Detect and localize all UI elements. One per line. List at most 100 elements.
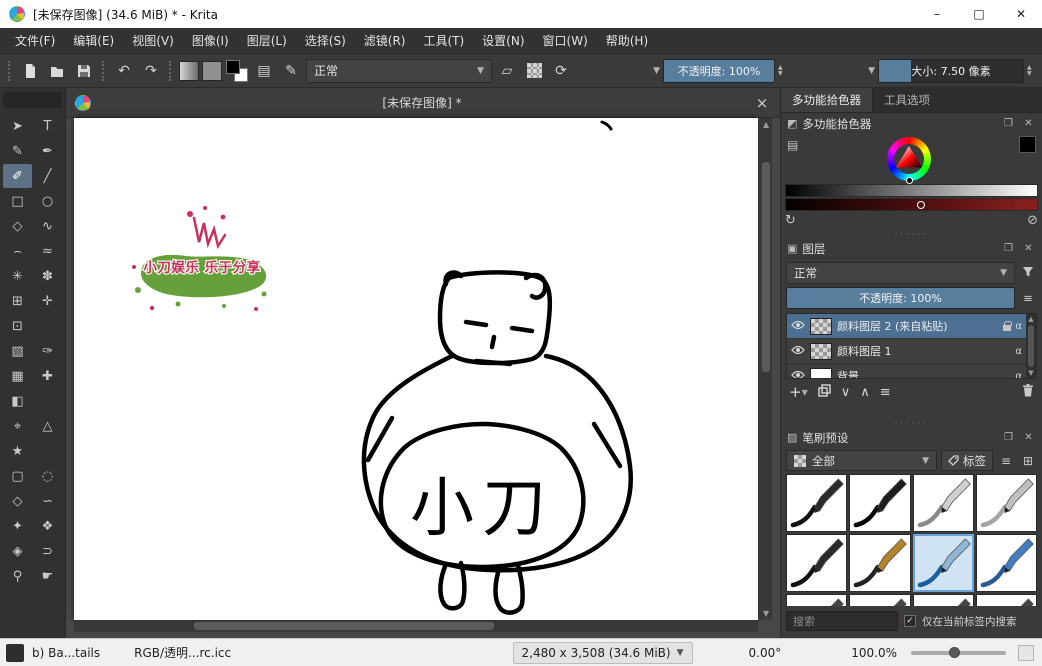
brush-preset-11[interactable]	[913, 594, 974, 606]
move-layer-down-button[interactable]: ∨	[841, 385, 851, 400]
menu-item-5[interactable]: 图层(L)	[238, 28, 296, 54]
text-tool[interactable]: T	[33, 114, 62, 138]
move-layer-up-button[interactable]: ∧	[860, 385, 870, 400]
foreground-color-swatch[interactable]	[226, 60, 240, 74]
layer-list-scrollbar[interactable]: ▲▼	[1026, 314, 1036, 378]
docker-splitter[interactable]	[781, 420, 1042, 427]
brush-preset-3[interactable]	[913, 474, 974, 532]
color-wheel[interactable]	[887, 137, 931, 181]
current-color-swatch[interactable]	[1019, 136, 1036, 153]
brush-tag-filter-dropdown[interactable]: 全部 ▼	[786, 450, 937, 471]
brush-search-input[interactable]	[786, 611, 898, 631]
close-document-icon[interactable]: ×	[753, 94, 771, 112]
alpha-icon[interactable]: α	[1015, 321, 1022, 332]
scroll-down-icon[interactable]: ▼	[763, 609, 769, 618]
brush-presets-popup-button[interactable]: ▤	[252, 59, 276, 83]
edit-brush-settings-button[interactable]: ✎	[279, 59, 303, 83]
canvas-rotation-value[interactable]: 0.00°	[749, 646, 782, 660]
freehand-brush-tool[interactable]: ✐	[3, 164, 32, 188]
tab-tool-options[interactable]: 工具选项	[873, 88, 942, 112]
chevron-down-icon[interactable]: ▼	[653, 66, 660, 76]
layer-opacity-slider[interactable]: 不透明度: 100%	[786, 287, 1015, 309]
float-docker-icon[interactable]: ❐	[1001, 432, 1016, 443]
layer-visibility-icon[interactable]	[791, 369, 805, 379]
freehand-select-tool[interactable]: ∽	[33, 489, 62, 513]
layer-thumbnail[interactable]	[810, 343, 832, 360]
bezier-select-tool[interactable]: ◈	[3, 539, 32, 563]
layer-row[interactable]: 颜料图层 2 (来自粘贴)α	[787, 314, 1036, 339]
tag-search-checkbox[interactable]: ✓	[904, 615, 916, 627]
eraser-mode-button[interactable]: ▱	[495, 59, 519, 83]
measure-tool[interactable]: △	[33, 414, 62, 438]
tab-advanced-color-selector[interactable]: 多功能拾色器	[781, 88, 873, 112]
layer-row[interactable]: 背景α	[787, 364, 1036, 379]
tag-button[interactable]: 标签	[941, 450, 993, 471]
close-docker-icon[interactable]: ✕	[1021, 243, 1036, 254]
foreground-background-colors[interactable]	[225, 59, 249, 83]
toolbar-grip[interactable]	[8, 61, 12, 81]
layer-thumbnail[interactable]	[810, 318, 832, 335]
new-document-button[interactable]	[18, 59, 42, 83]
polyline-tool[interactable]: ∿	[33, 214, 62, 238]
no-color-icon[interactable]: ⊘	[1027, 213, 1038, 228]
calligraphy-tool[interactable]: ✒	[33, 139, 62, 163]
color-settings-icon[interactable]: ▤	[787, 138, 798, 152]
horizontal-scroll-thumb[interactable]	[194, 622, 494, 630]
shade-gradient-bar[interactable]	[785, 198, 1038, 211]
layer-menu-icon[interactable]: ≡	[1019, 291, 1037, 305]
horizontal-scrollbar[interactable]	[74, 620, 758, 632]
zoom-tool[interactable]: ⚲	[3, 564, 32, 588]
alpha-icon[interactable]: α	[1015, 371, 1022, 380]
menu-item-1[interactable]: 文件(F)	[6, 28, 64, 54]
brush-size-spinner[interactable]: ▲▼	[1027, 65, 1037, 77]
brush-preset-6[interactable]	[849, 534, 910, 592]
contiguous-select-tool[interactable]: ❖	[33, 514, 62, 538]
zoom-slider[interactable]	[911, 651, 1006, 655]
zoom-fit-button[interactable]	[1018, 645, 1034, 661]
brush-size-slider[interactable]: 大小: 7.50 像素	[878, 59, 1024, 83]
pan-tool[interactable]: ☛	[33, 564, 62, 588]
bezier-curve-tool[interactable]: ⌢	[3, 239, 32, 263]
opacity-slider[interactable]: 不透明度: 100%	[663, 59, 775, 83]
toolbox-docker-header[interactable]	[3, 92, 62, 108]
menu-item-6[interactable]: 选择(S)	[296, 28, 355, 54]
brush-preset-2[interactable]	[849, 474, 910, 532]
menu-item-11[interactable]: 帮助(H)	[597, 28, 657, 54]
preserve-alpha-button[interactable]	[522, 59, 546, 83]
current-brush-thumbnail[interactable]	[6, 644, 24, 662]
gradient-chooser-button[interactable]	[179, 61, 199, 81]
zoom-level-value[interactable]: 100.0%	[851, 646, 897, 660]
brush-preset-12[interactable]	[976, 594, 1037, 606]
color-sampler-tool[interactable]: ✑	[33, 339, 62, 363]
maximize-button[interactable]: □	[958, 0, 1000, 28]
menu-item-10[interactable]: 窗口(W)	[534, 28, 597, 54]
menu-item-4[interactable]: 图像(I)	[183, 28, 238, 54]
save-button[interactable]	[72, 59, 96, 83]
magnetic-select-tool[interactable]: ⊃	[33, 539, 62, 563]
layer-visibility-icon[interactable]	[791, 344, 805, 358]
multibrush-tool[interactable]: ✽	[33, 264, 62, 288]
value-gradient-bar[interactable]	[785, 184, 1038, 197]
fill-tool[interactable]: ◧	[3, 389, 32, 413]
brush-preset-9[interactable]	[786, 594, 847, 606]
menu-item-2[interactable]: 编辑(E)	[64, 28, 123, 54]
dynamic-brush-tool[interactable]: ✳	[3, 264, 32, 288]
refresh-color-icon[interactable]: ↻	[785, 213, 796, 228]
rectangular-select-tool[interactable]: ▢	[3, 464, 32, 488]
menu-item-9[interactable]: 设置(N)	[473, 28, 533, 54]
menu-item-8[interactable]: 工具(T)	[414, 28, 473, 54]
minimize-button[interactable]: –	[916, 0, 958, 28]
select-shapes-tool[interactable]: ➤	[3, 114, 32, 138]
brush-preset-4[interactable]	[976, 474, 1037, 532]
chevron-down-icon[interactable]: ▼	[868, 66, 875, 76]
brush-preset-5[interactable]	[786, 534, 847, 592]
brush-preset-10[interactable]	[849, 594, 910, 606]
thumbnail-view-icon[interactable]: ⊞	[1019, 454, 1037, 468]
lock-icon[interactable]	[1003, 325, 1011, 331]
vertical-scrollbar[interactable]: ▲ ▼	[760, 118, 772, 620]
close-docker-icon[interactable]: ✕	[1021, 432, 1036, 443]
canvas[interactable]: 小刀娱乐 乐于分享	[74, 118, 758, 620]
document-subwindow-titlebar[interactable]: [未保存图像] * ×	[66, 88, 780, 118]
gradient-tool[interactable]: ▧	[3, 339, 32, 363]
image-size-button[interactable]: 2,480 x 3,508 (34.6 MiB) ▼	[513, 642, 693, 664]
